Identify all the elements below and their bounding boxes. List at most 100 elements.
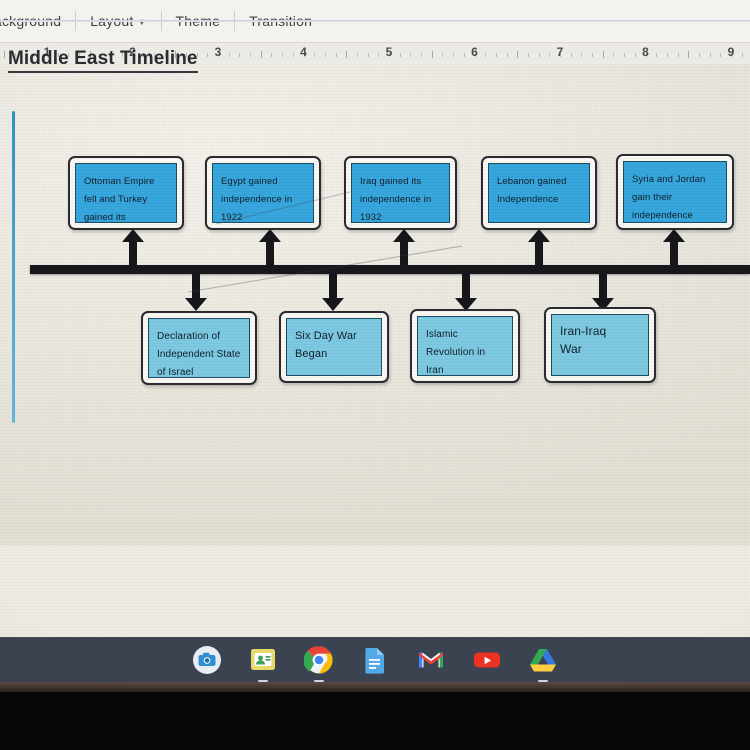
slide-bottom-edge	[0, 481, 750, 482]
ruler-tick	[250, 53, 252, 57]
ruler-tick	[549, 53, 551, 57]
event-box-fill: Islamic Revolution in Iran	[417, 316, 513, 376]
ruler-tick	[292, 53, 294, 57]
event-text: Iran-Iraq War	[560, 324, 607, 356]
ruler-tick	[677, 53, 679, 57]
ruler-tick	[271, 53, 273, 57]
ruler-shadow	[0, 20, 750, 22]
google-drive-icon[interactable]	[528, 645, 558, 682]
ruler-number: 4	[300, 45, 307, 59]
ruler-tick	[613, 53, 615, 57]
ruler-tick	[399, 53, 401, 57]
ruler-tick	[410, 53, 412, 57]
event-box-fill: Iran-Iraq War	[551, 314, 649, 376]
ruler-number: 3	[214, 45, 222, 59]
event-box-fill: Six Day War Began	[286, 318, 382, 376]
ruler-tick	[324, 53, 326, 57]
ruler-tick	[260, 51, 262, 58]
ruler-tick	[463, 53, 465, 57]
ruler-tick	[666, 53, 668, 57]
youtube-icon[interactable]	[472, 645, 502, 675]
camera-icon[interactable]	[192, 645, 222, 675]
ruler-number: 9	[727, 45, 735, 59]
ruler-tick	[709, 53, 711, 57]
arrow-down-icon	[185, 273, 207, 311]
google-slides-icon[interactable]	[248, 645, 278, 682]
ruler-tick	[453, 53, 455, 57]
event-box-fill: Lebanon gained Independence	[488, 163, 590, 223]
arrow-down-icon	[322, 273, 344, 311]
event-box-fill: Declaration of Independent State of Isra…	[148, 318, 250, 378]
ruler-tick	[4, 51, 6, 58]
arrow-up-icon	[528, 229, 550, 267]
ruler-tick	[570, 53, 572, 57]
event-text: Syria and Jordan gain their independence	[632, 174, 706, 221]
arrow-up-icon	[259, 229, 281, 267]
ruler-tick	[538, 53, 540, 57]
ruler-tick	[228, 53, 230, 57]
ruler-tick	[282, 53, 284, 57]
timeline-event-box[interactable]: Six Day War Began	[279, 311, 389, 383]
event-box-fill: Ottoman Empire fell and Turkey gained it…	[75, 163, 177, 223]
slide-canvas[interactable]	[0, 64, 750, 545]
ruler-tick	[602, 51, 604, 58]
timeline-event-box[interactable]: Ottoman Empire fell and Turkey gained it…	[68, 156, 184, 230]
below-slide-area	[0, 545, 750, 637]
ruler-tick	[581, 53, 583, 57]
timeline-event-box[interactable]: Syria and Jordan gain their independence	[616, 154, 734, 230]
google-docs-icon[interactable]	[360, 645, 390, 675]
event-box-fill: Egypt gained independence in 1922	[212, 163, 314, 223]
ruler-tick	[624, 53, 626, 57]
ruler-tick	[335, 53, 337, 57]
ruler-tick	[421, 53, 423, 57]
ruler-number: 6	[471, 45, 478, 59]
ruler-tick	[356, 53, 358, 57]
ruler-tick	[634, 53, 636, 57]
ruler-tick	[698, 53, 700, 57]
timeline-event-box[interactable]: Declaration of Independent State of Isra…	[141, 311, 257, 385]
ruler-tick	[485, 53, 487, 57]
ruler-number: 7	[556, 45, 564, 59]
google-chrome-icon[interactable]	[303, 645, 334, 682]
gmail-icon[interactable]	[416, 645, 446, 675]
ruler-tick	[346, 51, 348, 58]
event-text: Egypt gained independence in 1922	[221, 176, 293, 223]
ruler-tick	[207, 53, 209, 57]
timeline-event-box[interactable]: Lebanon gained Independence	[481, 156, 597, 230]
chevron-down-icon: ▼	[137, 17, 147, 27]
ruler-tick	[527, 53, 529, 57]
page-title[interactable]: Middle East Timeline	[8, 48, 198, 73]
ruler-tick	[495, 53, 497, 57]
laptop-bezel	[0, 682, 750, 692]
event-text: Ottoman Empire fell and Turkey gained it…	[84, 176, 155, 223]
arrow-up-icon	[393, 229, 415, 267]
ruler-tick	[367, 53, 369, 57]
ruler-tick	[378, 53, 380, 57]
event-text: Declaration of Independent State of Isra…	[157, 331, 241, 378]
arrow-down-icon	[455, 273, 477, 311]
arrow-up-icon	[122, 229, 144, 267]
timeline-event-box[interactable]: Iran-Iraq War	[544, 307, 656, 383]
ruler-tick	[506, 53, 508, 57]
ruler-tick	[431, 51, 433, 58]
arrow-down-icon	[592, 273, 614, 311]
ruler-tick	[688, 51, 690, 58]
ruler-number: 5	[385, 45, 393, 59]
event-text: Lebanon gained Independence	[497, 176, 567, 205]
event-box-fill: Syria and Jordan gain their independence	[623, 161, 727, 223]
ruler-tick	[741, 53, 743, 57]
timeline-event-box[interactable]: Iraq gained its independence in 1932	[344, 156, 457, 230]
ruler-tick	[239, 53, 241, 57]
arrow-up-icon	[663, 229, 685, 267]
event-box-fill: Iraq gained its independence in 1932	[351, 163, 450, 223]
event-text: Iraq gained its independence in 1932	[360, 176, 432, 223]
chromeos-shelf	[0, 637, 750, 682]
ruler-tick	[314, 53, 316, 57]
ruler-tick	[656, 53, 658, 57]
timeline-event-box[interactable]: Islamic Revolution in Iran	[410, 309, 520, 383]
event-text: Islamic Revolution in Iran	[426, 329, 486, 376]
ruler-tick	[592, 53, 594, 57]
event-text: Six Day War Began	[295, 330, 357, 360]
timeline-event-box[interactable]: Egypt gained independence in 1922	[205, 156, 321, 230]
selection-guide-line[interactable]	[12, 111, 15, 423]
